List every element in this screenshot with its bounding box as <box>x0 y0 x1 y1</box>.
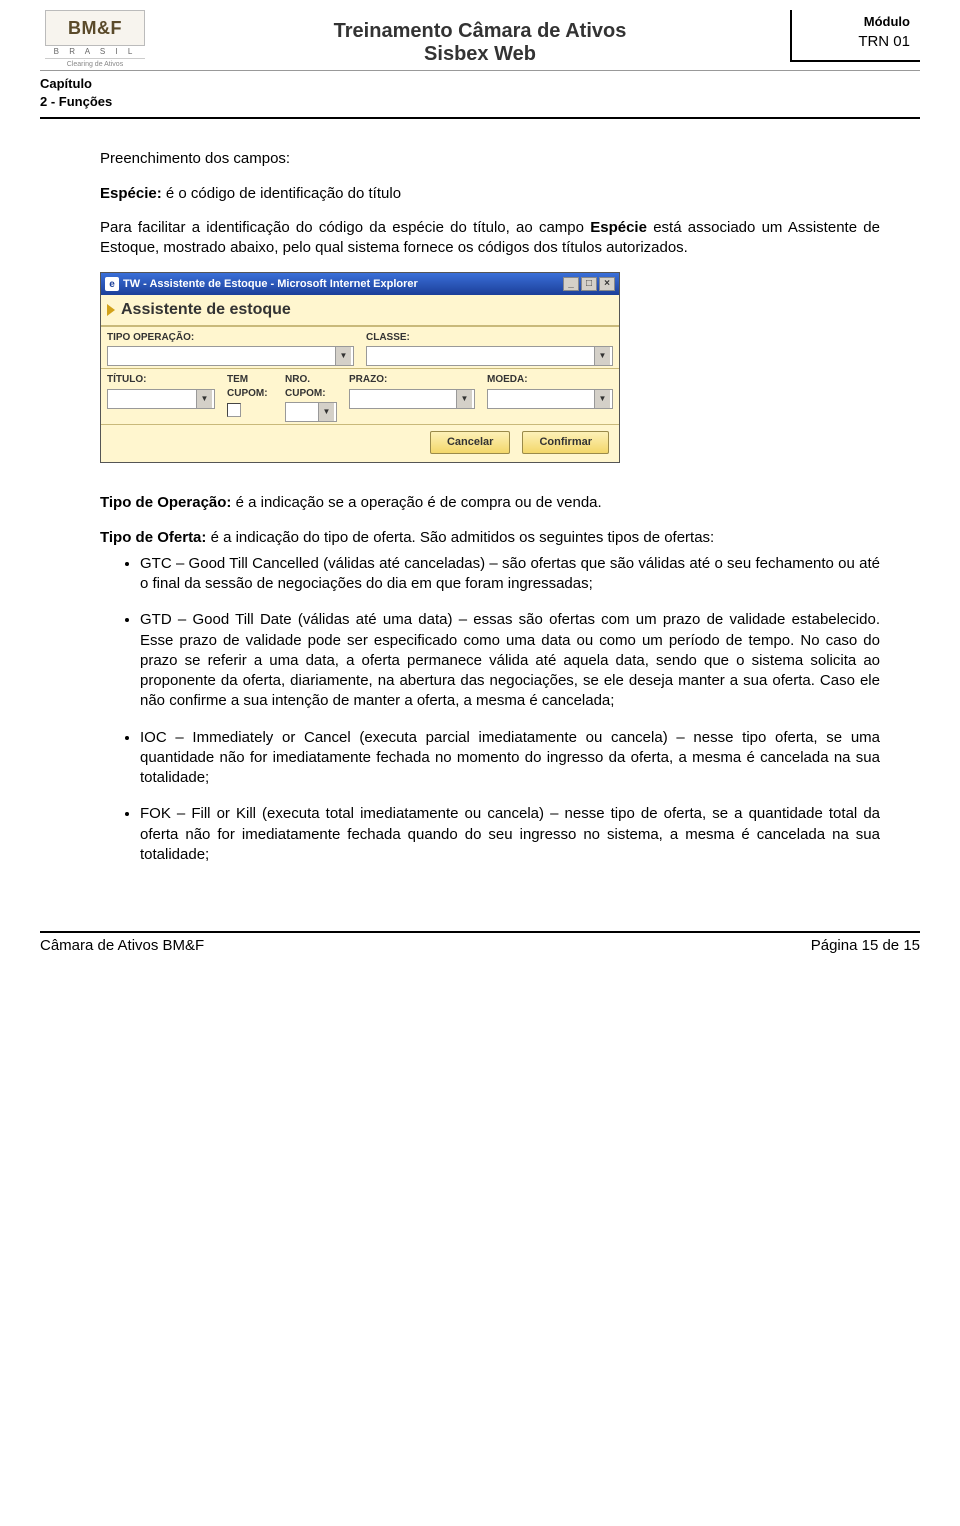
tipo-oferta-label: Tipo de Oferta: <box>100 529 206 546</box>
label-prazo: PRAZO: <box>349 373 475 387</box>
select-prazo[interactable]: ▼ <box>349 389 475 409</box>
logo-subtitle: Clearing de Ativos <box>45 58 145 68</box>
paragraph-preenchimento: Preenchimento dos campos: <box>100 149 880 169</box>
list-item: IOC – Immediately or Cancel (executa par… <box>140 728 880 789</box>
window-controls: _ □ × <box>563 277 615 291</box>
label-tem-cupom: TEM CUPOM: <box>227 373 273 400</box>
page-footer: Câmara de Ativos BM&F Página 15 de 15 <box>40 931 920 954</box>
panel-heading: Assistente de estoque <box>101 295 619 326</box>
paragraph-especie: Espécie: é o código de identificação do … <box>100 184 880 204</box>
paragraph-tipo-oferta: Tipo de Oferta: é a indicação do tipo de… <box>100 528 880 548</box>
assistente-estoque-window: e TW - Assistente de Estoque - Microsoft… <box>100 272 620 463</box>
checkbox-tem-cupom[interactable] <box>227 403 241 417</box>
select-moeda[interactable]: ▼ <box>487 389 613 409</box>
module-box: Módulo TRN 01 <box>790 10 920 62</box>
logo-country: B R A S I L <box>54 47 137 56</box>
paragraph-assistente-intro: Para facilitar a identificação do código… <box>100 218 880 259</box>
form-area: TIPO OPERAÇÃO: ▼ CLASSE: ▼ TÍTULO: ▼ TEM… <box>101 326 619 462</box>
module-code: TRN 01 <box>858 33 910 50</box>
tipo-oferta-text: é a indicação do tipo de oferta. São adm… <box>206 529 714 546</box>
tipo-op-text: é a indicação se a operação é de compra … <box>231 494 601 511</box>
list-item: FOK – Fill or Kill (executa total imedia… <box>140 804 880 865</box>
oferta-types-list: GTC – Good Till Cancelled (válidas até c… <box>100 554 880 865</box>
p2-pre: Para facilitar a identificação do código… <box>100 219 590 236</box>
logo-main: BM&F <box>45 10 145 46</box>
paragraph-tipo-operacao: Tipo de Operação: é a indicação se a ope… <box>100 493 880 513</box>
list-item: GTC – Good Till Cancelled (válidas até c… <box>140 554 880 595</box>
form-actions: Cancelar Confirmar <box>101 424 619 462</box>
ie-icon: e <box>105 277 119 291</box>
title-line2: Sisbex Web <box>170 43 790 66</box>
label-nro-cupom: NRO. CUPOM: <box>285 373 337 400</box>
window-titlebar[interactable]: e TW - Assistente de Estoque - Microsoft… <box>101 273 619 295</box>
page-header: BM&F B R A S I L Clearing de Ativos Trei… <box>40 10 920 71</box>
minimize-button[interactable]: _ <box>563 277 579 291</box>
maximize-button[interactable]: □ <box>581 277 597 291</box>
document-title: Treinamento Câmara de Ativos Sisbex Web <box>170 10 790 66</box>
select-classe[interactable]: ▼ <box>366 346 613 366</box>
document-body: Preenchimento dos campos: Espécie: é o c… <box>40 119 920 891</box>
p2-bold: Espécie <box>590 219 647 236</box>
cancel-button[interactable]: Cancelar <box>430 431 510 454</box>
footer-left: Câmara de Ativos BM&F <box>40 937 204 954</box>
chevron-down-icon: ▼ <box>594 390 610 408</box>
chevron-right-icon <box>107 304 115 316</box>
chevron-down-icon: ▼ <box>594 347 610 365</box>
chevron-down-icon: ▼ <box>196 390 212 408</box>
chapter-value: 2 - Funções <box>40 93 920 111</box>
label-titulo: TÍTULO: <box>107 373 215 387</box>
title-line1: Treinamento Câmara de Ativos <box>170 20 790 43</box>
panel-heading-text: Assistente de estoque <box>121 299 291 321</box>
especie-text: é o código de identificação do título <box>162 185 401 202</box>
select-tipo-operacao[interactable]: ▼ <box>107 346 354 366</box>
list-item: GTD – Good Till Date (válidas até uma da… <box>140 610 880 711</box>
logo: BM&F B R A S I L Clearing de Ativos <box>40 10 150 68</box>
footer-right: Página 15 de 15 <box>811 937 920 954</box>
label-classe: CLASSE: <box>366 331 613 345</box>
chevron-down-icon: ▼ <box>335 347 351 365</box>
chevron-down-icon: ▼ <box>456 390 472 408</box>
select-titulo[interactable]: ▼ <box>107 389 215 409</box>
confirm-button[interactable]: Confirmar <box>522 431 609 454</box>
chapter-label: Capítulo <box>40 75 920 93</box>
tipo-op-label: Tipo de Operação: <box>100 494 231 511</box>
especie-label: Espécie: <box>100 185 162 202</box>
chevron-down-icon: ▼ <box>318 403 334 421</box>
select-nro-cupom[interactable]: ▼ <box>285 402 337 422</box>
close-button[interactable]: × <box>599 277 615 291</box>
module-label: Módulo <box>802 14 910 29</box>
window-title: TW - Assistente de Estoque - Microsoft I… <box>123 277 563 292</box>
label-tipo-operacao: TIPO OPERAÇÃO: <box>107 331 354 345</box>
chapter-row: Capítulo 2 - Funções <box>40 71 920 119</box>
label-moeda: MOEDA: <box>487 373 613 387</box>
